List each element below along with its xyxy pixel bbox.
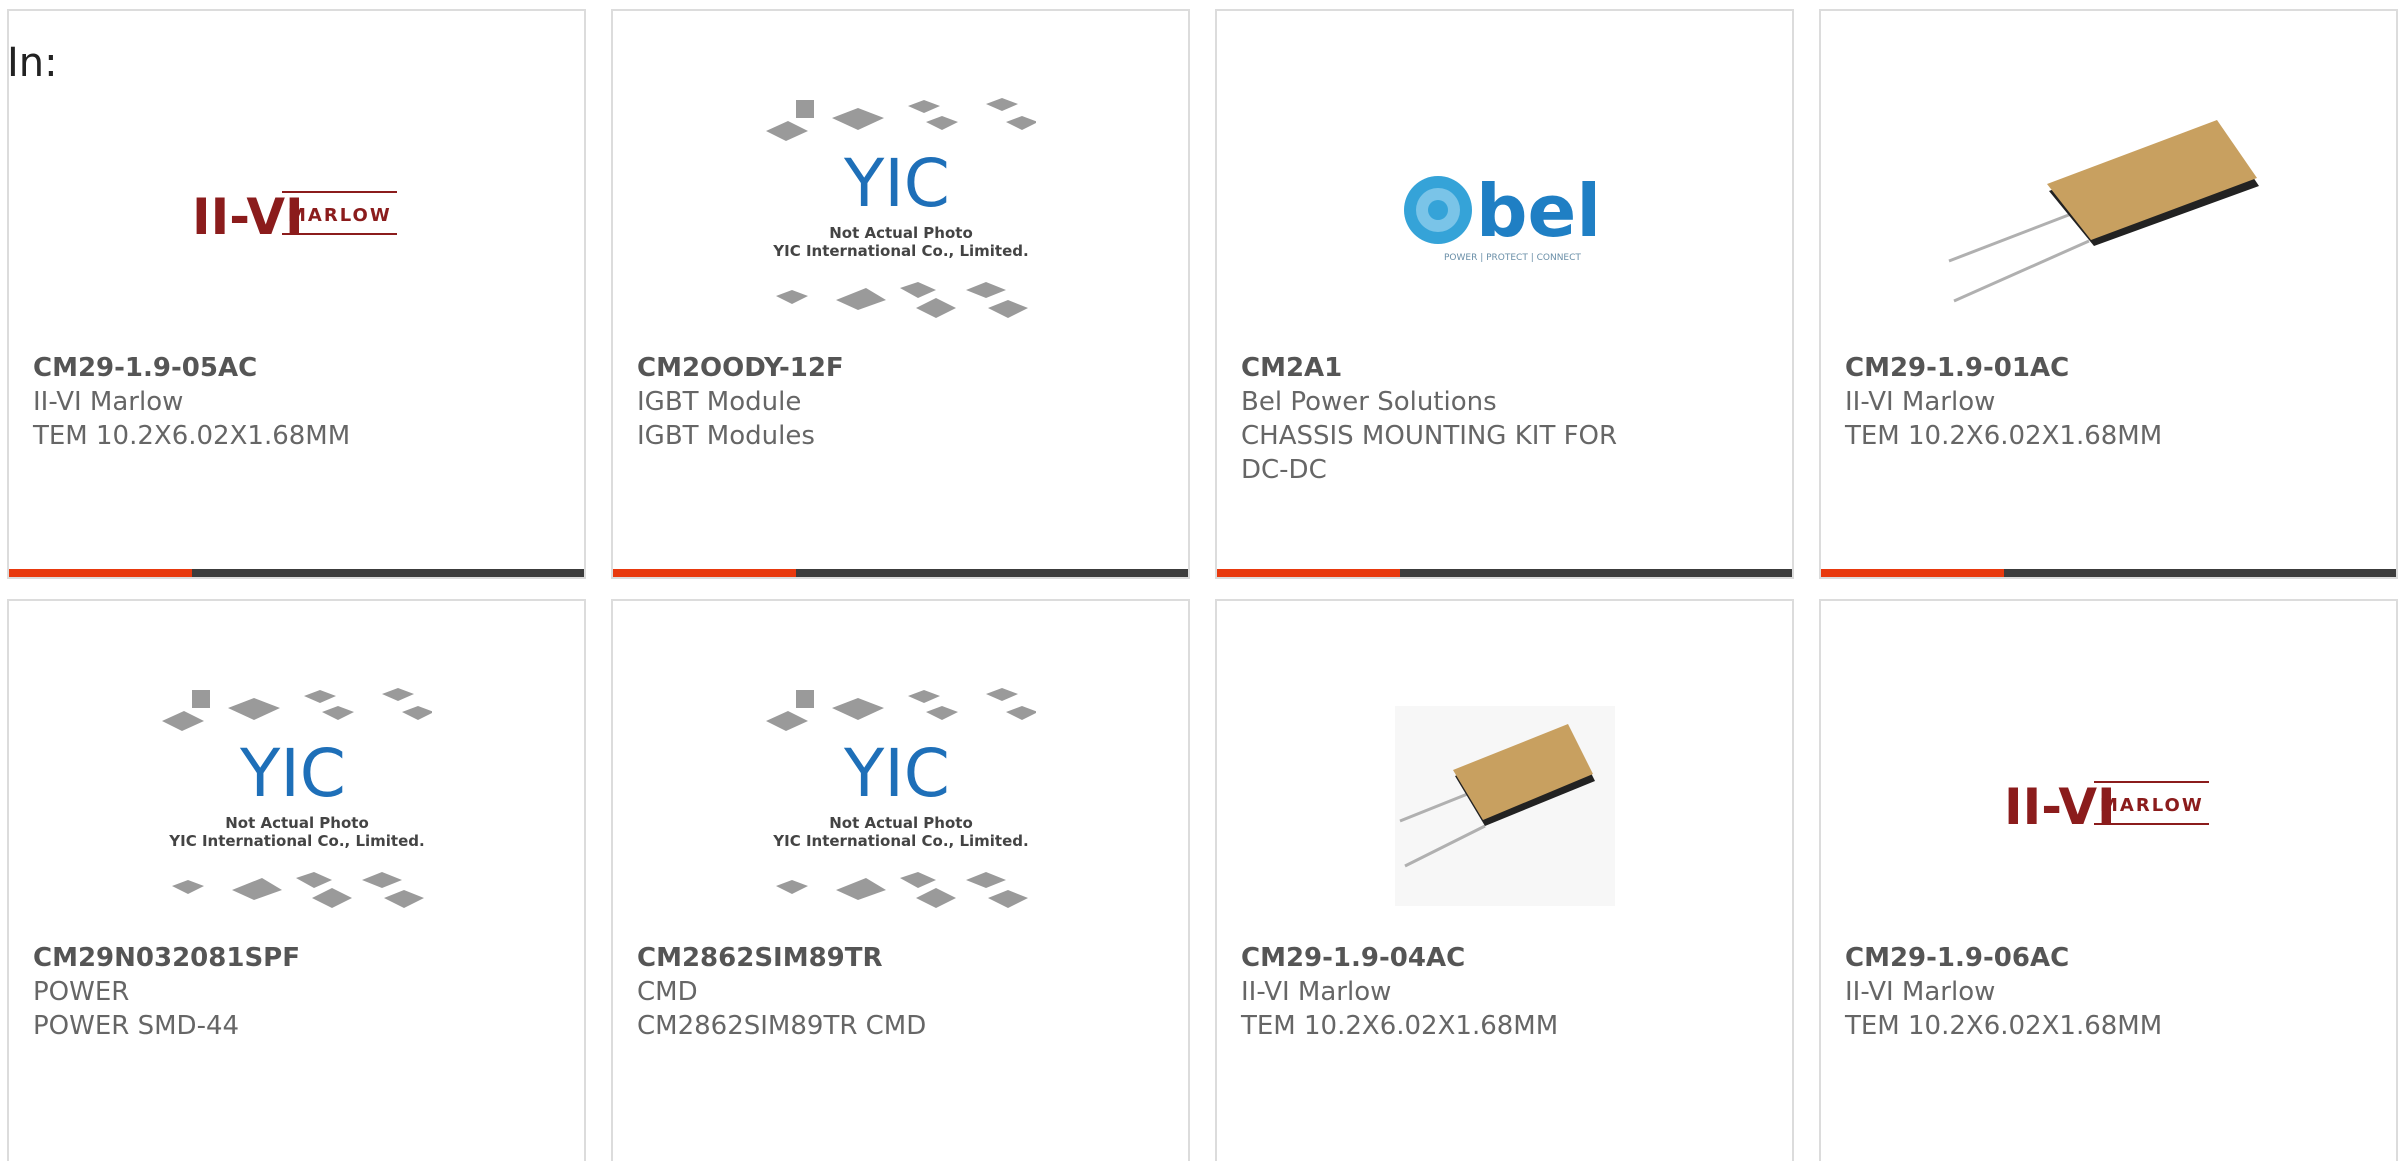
svg-text:II-VI: II-VI: [2004, 778, 2116, 836]
description: POWER SMD-44: [33, 1011, 240, 1041]
filter-label: In:: [7, 40, 58, 86]
description: IGBT Modules: [637, 421, 815, 451]
yic-placeholder-image: YIC Not Actual Photo YIC International C…: [613, 76, 1188, 356]
svg-text:YIC: YIC: [843, 145, 950, 222]
description: TEM 10.2X6.02X1.68MM: [1845, 421, 2163, 451]
tem-module-image: [1821, 76, 2396, 356]
part-number[interactable]: CM29-1.9-01AC: [1845, 351, 2376, 385]
product-grid-page: In: II-VI MARLOW CM29-1.9-05AC II-VI Mar…: [0, 0, 2400, 1161]
bel-logo-image: bel POWER | PROTECT | CONNECT: [1217, 76, 1792, 356]
card-bottom-bar: [613, 569, 1188, 577]
svg-text:Not Actual Photo: Not Actual Photo: [829, 814, 973, 832]
card-bottom-bar: [9, 569, 584, 577]
manufacturer: POWER: [33, 977, 130, 1007]
yic-placeholder-image: YIC Not Actual Photo YIC International C…: [613, 666, 1188, 946]
svg-text:YIC International Co., Limited: YIC International Co., Limited.: [168, 832, 424, 850]
card-bottom-bar: [1821, 569, 2396, 577]
svg-text:II-VI: II-VI: [192, 188, 304, 246]
svg-text:YIC: YIC: [239, 735, 346, 812]
yic-placeholder-image: YIC Not Actual Photo YIC International C…: [9, 666, 584, 946]
part-number[interactable]: CM2862SIM89TR: [637, 941, 1168, 975]
svg-text:Not Actual Photo: Not Actual Photo: [829, 224, 973, 242]
svg-text:MARLOW: MARLOW: [288, 205, 392, 226]
marlow-logo-image: II-VI MARLOW: [1821, 666, 2396, 946]
product-card-cm29-1-9-01ac[interactable]: CM29-1.9-01AC II-VI Marlow TEM 10.2X6.02…: [1819, 9, 2398, 579]
description: CM2862SIM89TR CMD: [637, 1011, 927, 1041]
manufacturer: II-VI Marlow: [1241, 977, 1392, 1007]
marlow-logo-image: II-VI MARLOW: [9, 76, 584, 356]
part-number[interactable]: CM29-1.9-04AC: [1241, 941, 1772, 975]
product-card-cm29n032081spf[interactable]: YIC Not Actual Photo YIC International C…: [7, 599, 586, 1161]
product-card-cm29-1-9-06ac[interactable]: II-VI MARLOW CM29-1.9-06AC II-VI Marlow …: [1819, 599, 2398, 1161]
svg-text:YIC International Co., Limited: YIC International Co., Limited.: [772, 832, 1028, 850]
card-bottom-bar: [1217, 569, 1792, 577]
description: TEM 10.2X6.02X1.68MM: [1845, 1011, 2163, 1041]
part-number[interactable]: CM29-1.9-06AC: [1845, 941, 2376, 975]
svg-text:POWER | PROTECT | CONNECT: POWER | PROTECT | CONNECT: [1444, 253, 1581, 263]
part-number[interactable]: CM29-1.9-05AC: [33, 351, 564, 385]
svg-text:Not Actual Photo: Not Actual Photo: [225, 814, 369, 832]
description: TEM 10.2X6.02X1.68MM: [33, 421, 351, 451]
svg-text:YIC International Co., Limited: YIC International Co., Limited.: [772, 242, 1028, 260]
svg-text:bel: bel: [1476, 169, 1601, 253]
part-number[interactable]: CM2OODY-12F: [637, 351, 1168, 385]
description: TEM 10.2X6.02X1.68MM: [1241, 1011, 1559, 1041]
product-card-cm2a1[interactable]: bel POWER | PROTECT | CONNECT CM2A1 Bel …: [1215, 9, 1794, 579]
svg-text:MARLOW: MARLOW: [2100, 795, 2204, 816]
part-number[interactable]: CM2A1: [1241, 351, 1772, 385]
manufacturer: II-VI Marlow: [1845, 387, 1996, 417]
manufacturer: II-VI Marlow: [33, 387, 184, 417]
product-card-cm29-1-9-05ac[interactable]: II-VI MARLOW CM29-1.9-05AC II-VI Marlow …: [7, 9, 586, 579]
product-card-cm29-1-9-04ac[interactable]: CM29-1.9-04AC II-VI Marlow TEM 10.2X6.02…: [1215, 599, 1794, 1161]
part-number[interactable]: CM29N032081SPF: [33, 941, 564, 975]
manufacturer: IGBT Module: [637, 387, 802, 417]
tem-module-image: [1217, 666, 1792, 946]
manufacturer: II-VI Marlow: [1845, 977, 1996, 1007]
svg-text:YIC: YIC: [843, 735, 950, 812]
product-card-cm2862sim89tr[interactable]: YIC Not Actual Photo YIC International C…: [611, 599, 1190, 1161]
manufacturer: Bel Power Solutions: [1241, 387, 1497, 417]
product-card-cm2oody-12f[interactable]: YIC Not Actual Photo YIC International C…: [611, 9, 1190, 579]
manufacturer: CMD: [637, 977, 698, 1007]
description: CHASSIS MOUNTING KIT FOR DC-DC: [1241, 421, 1618, 485]
